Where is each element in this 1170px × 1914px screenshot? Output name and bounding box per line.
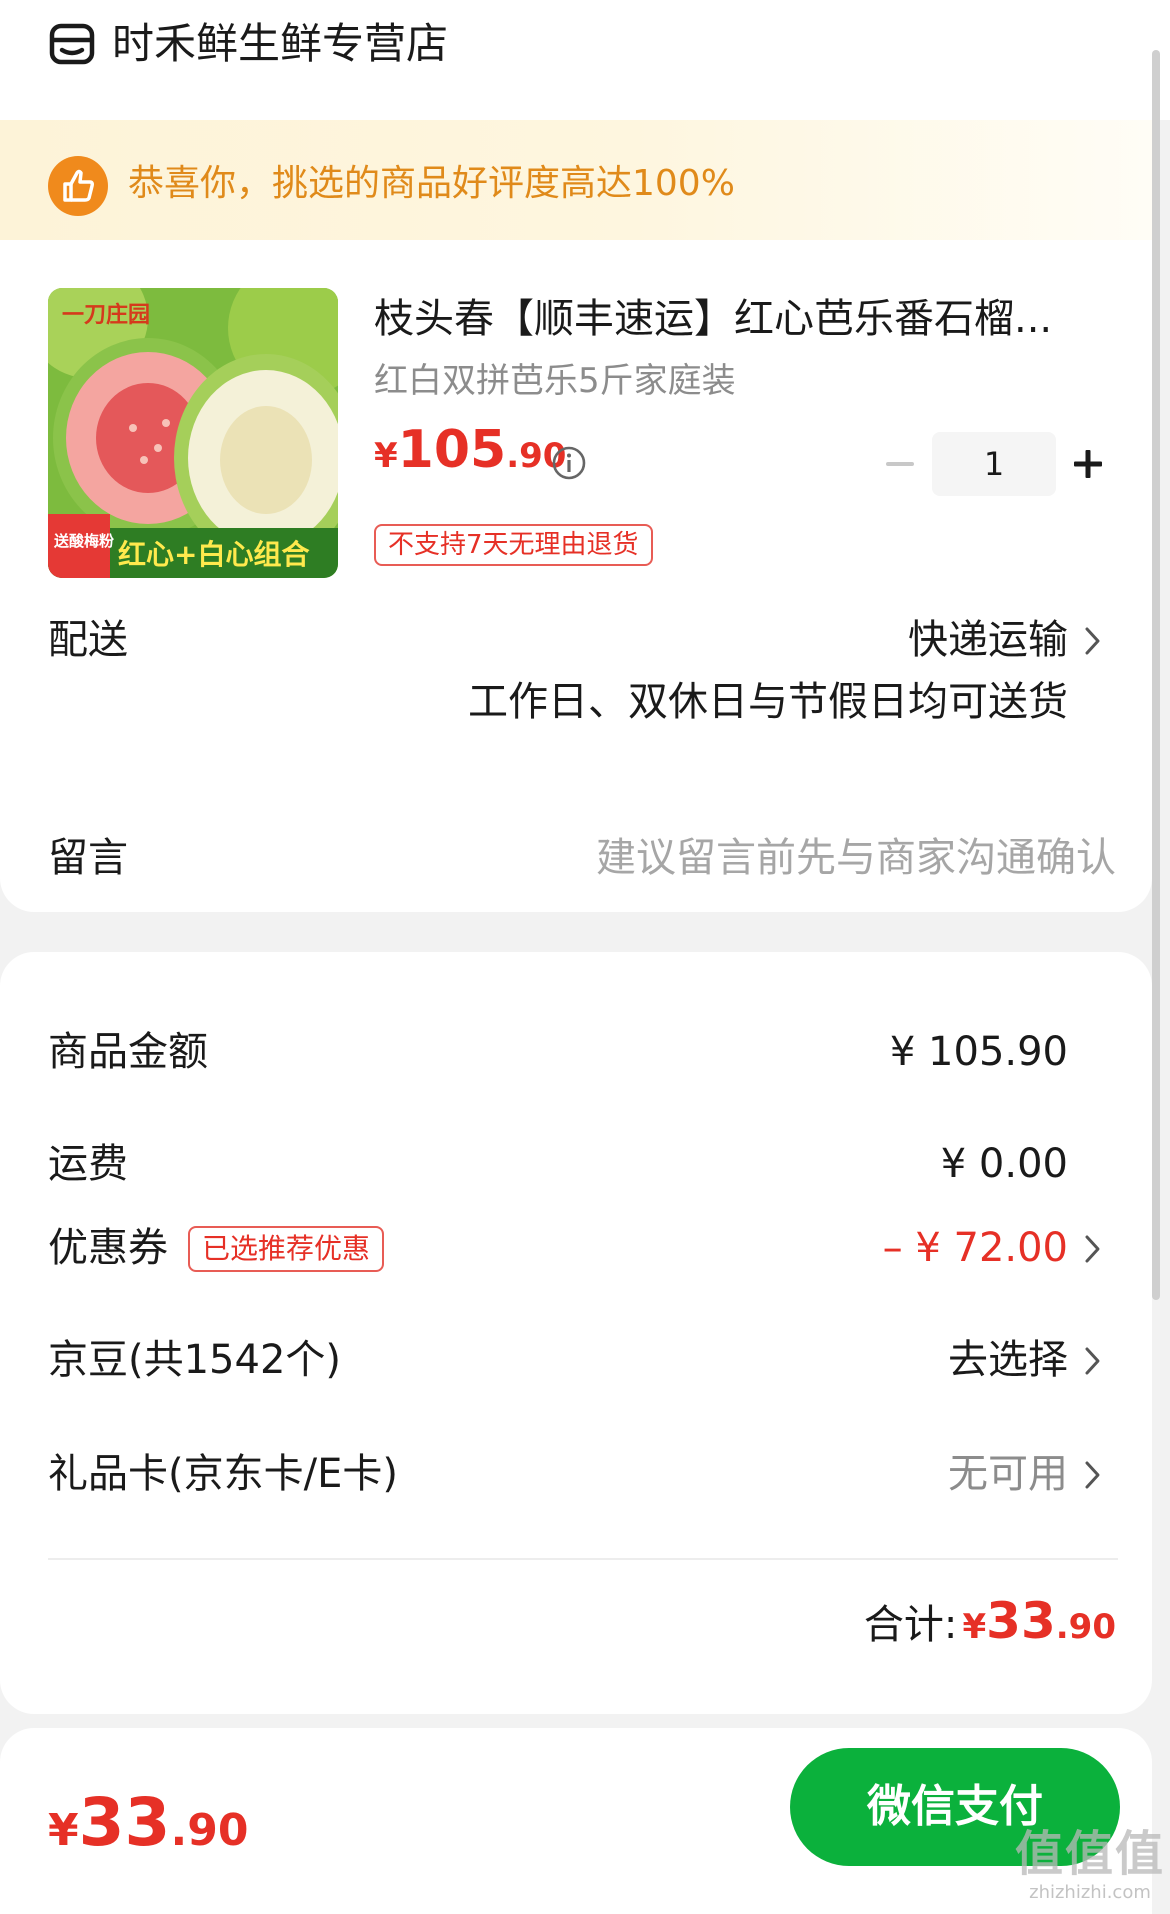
quantity-input[interactable]: 1 (932, 432, 1056, 496)
price-summary-card: 商品金额 ¥ 105.90 运费 ¥ 0.00 优惠券 已选推荐优惠 – ¥ 7… (0, 952, 1152, 1714)
coupon-recommended-tag: 已选推荐优惠 (188, 1226, 385, 1272)
watermark-url: zhizhizhi.com (1029, 1882, 1151, 1903)
price-integer: 105 (397, 420, 507, 480)
message-input[interactable]: 建议留言前先与商家沟通确认 (596, 826, 1116, 890)
jingdou-label: 京豆(共1542个) (48, 1337, 342, 1383)
image-tag-main: 红心+白心组合 (118, 538, 310, 571)
bottom-currency: ¥ (48, 1805, 79, 1856)
delivery-note: 工作日、双休日与节假日均可送货 (468, 679, 1068, 725)
delivery-label: 配送 (48, 617, 128, 663)
product-title[interactable]: 枝头春【顺丰速运】红心芭乐番石榴... (374, 290, 1094, 348)
banner-text: 恭喜你，挑选的商品好评度高达100% (128, 163, 735, 204)
product-image[interactable]: 一刀庄园 送酸梅粉 红心+白心组合 (48, 288, 338, 578)
order-item-card: 恭喜你，挑选的商品好评度高达100% 一刀庄园 送酸梅粉 红心+白心组合 枝头春… (0, 120, 1152, 912)
bottom-total-price: ¥33.90 (48, 1784, 248, 1861)
bottom-decimal: .90 (170, 1805, 249, 1856)
giftcard-label: 礼品卡(京东卡/E卡) (48, 1451, 398, 1497)
product-spec[interactable]: 红白双拼芭乐5斤家庭装 (374, 356, 736, 406)
price-currency: ¥ (374, 436, 398, 476)
total-label: 合计: (863, 1602, 958, 1648)
image-tag-left: 送酸梅粉 (53, 532, 114, 550)
watermark-text: 值值值 (1015, 1826, 1166, 1882)
total-row: 合计: ¥33.90 (864, 1592, 1116, 1650)
shipping-fee-value: ¥ 0.00 (940, 1141, 1068, 1187)
chevron-right-icon[interactable] (1082, 1232, 1104, 1266)
shipping-fee-label: 运费 (48, 1141, 128, 1187)
bottom-pay-bar: ¥33.90 微信支付 (0, 1728, 1152, 1914)
divider (48, 1558, 1118, 1560)
chevron-right-icon[interactable] (1082, 624, 1104, 658)
total-price: ¥33.90 (963, 1592, 1117, 1650)
scrollbar[interactable] (1152, 50, 1160, 1300)
header: 时禾鲜生鲜专营店 (0, 0, 1170, 120)
quantity-decrease-button[interactable] (880, 432, 920, 496)
total-decimal: .90 (1055, 1607, 1116, 1647)
chevron-right-icon[interactable] (1082, 1344, 1104, 1378)
thumbs-up-icon (48, 156, 108, 216)
giftcard-value[interactable]: 无可用 (948, 1442, 1068, 1506)
total-currency: ¥ (962, 1607, 987, 1647)
watermark-logo: 值值值 zhizhizhi.com (1015, 1826, 1165, 1904)
return-policy-tag: 不支持7天无理由退货 (374, 524, 653, 566)
praise-banner: 恭喜你，挑选的商品好评度高达100% (0, 120, 1152, 240)
message-label: 留言 (48, 835, 128, 881)
bottom-integer: 33 (78, 1784, 171, 1861)
image-brand: 一刀庄园 (62, 302, 150, 328)
goods-amount-value: ¥ 105.90 (889, 1029, 1068, 1075)
store-name[interactable]: 时禾鲜生鲜专营店 (112, 14, 448, 74)
chevron-right-icon[interactable] (1082, 1458, 1104, 1492)
delivery-method[interactable]: 快递运输 (908, 608, 1068, 672)
info-icon[interactable] (551, 445, 587, 481)
quantity-increase-button[interactable] (1068, 432, 1108, 496)
jingdou-select[interactable]: 去选择 (948, 1328, 1068, 1392)
product-price: ¥105.90 (374, 420, 566, 480)
goods-amount-label: 商品金额 (48, 1029, 208, 1075)
coupon-label: 优惠券 (48, 1225, 168, 1271)
store-icon[interactable] (48, 20, 96, 68)
total-integer: 33 (986, 1592, 1056, 1650)
coupon-value[interactable]: – ¥ 72.00 (883, 1216, 1068, 1280)
